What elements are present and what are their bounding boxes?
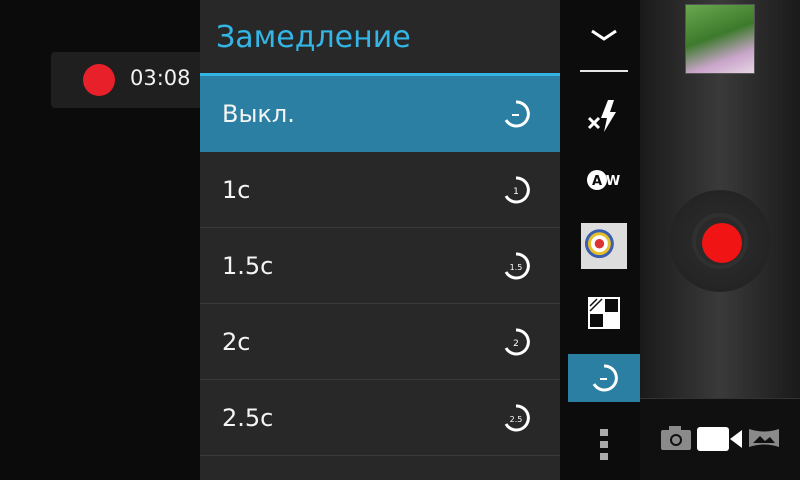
- record-icon: [702, 223, 742, 263]
- more-options-icon: [600, 429, 608, 460]
- svg-text:W: W: [606, 174, 620, 189]
- gallery-thumbnail[interactable]: [685, 4, 755, 74]
- timer-1-5s-icon: 1.5: [504, 252, 530, 280]
- white-balance-button[interactable]: A W: [568, 160, 640, 200]
- menu-item-label: 1.5с: [222, 251, 274, 280]
- flash-button[interactable]: [568, 92, 640, 140]
- more-options-button[interactable]: [568, 424, 640, 464]
- recording-dot-icon: [83, 64, 115, 96]
- timer-2-5s-icon: 2.5: [504, 404, 530, 432]
- menu-item-label: Выкл.: [222, 99, 295, 128]
- svg-text:2.5: 2.5: [510, 415, 523, 424]
- time-lapse-button[interactable]: [568, 354, 640, 402]
- menu-item-2s[interactable]: 2с 2: [200, 304, 560, 380]
- svg-text:1: 1: [513, 187, 519, 197]
- shutter-button-outer: [669, 190, 771, 292]
- camera-mode-icon[interactable]: [660, 425, 692, 451]
- panorama-mode-icon[interactable]: [748, 425, 780, 451]
- video-mode-icon[interactable]: [696, 425, 744, 453]
- timer-1s-icon: 1: [504, 176, 530, 204]
- menu-title: Замедление: [216, 20, 411, 55]
- scene-mode-button[interactable]: [568, 292, 640, 334]
- flash-off-icon: [587, 100, 616, 132]
- svg-text:A: A: [592, 174, 602, 189]
- collapse-settings-button[interactable]: [568, 14, 640, 56]
- scene-mode-icon: [588, 297, 620, 329]
- menu-item-label: 2.5с: [222, 403, 274, 432]
- menu-item-1-5s[interactable]: 1.5с 1.5: [200, 228, 560, 304]
- menu-item-label: 2с: [222, 327, 251, 356]
- time-lapse-menu: Замедление Выкл. 1с 1 1.5с 1.5 2с 2 2.5с…: [200, 0, 560, 480]
- shutter-button[interactable]: [692, 213, 748, 269]
- toolbar-divider: [580, 70, 628, 72]
- timer-2s-icon: 2: [504, 328, 530, 356]
- color-effect-thumbnail-icon: [581, 223, 627, 269]
- menu-item-off[interactable]: Выкл.: [200, 76, 560, 152]
- white-balance-auto-icon: A W: [587, 170, 620, 190]
- menu-item-1s[interactable]: 1с 1: [200, 152, 560, 228]
- mode-switcher: [640, 398, 800, 480]
- recording-time: 03:08: [130, 66, 191, 90]
- svg-text:2: 2: [513, 339, 519, 349]
- timer-off-icon: [504, 100, 530, 128]
- recording-indicator: 03:08: [51, 52, 211, 108]
- menu-item-label: 1с: [222, 175, 251, 204]
- shutter-panel: [640, 0, 800, 398]
- time-lapse-icon: [592, 364, 618, 392]
- color-effect-button[interactable]: [568, 222, 640, 270]
- menu-item-2-5s[interactable]: 2.5с 2.5: [200, 380, 560, 456]
- camera-settings-toolbar: A W: [568, 0, 640, 480]
- menu-list: Выкл. 1с 1 1.5с 1.5 2с 2 2.5с 2.5: [200, 76, 560, 456]
- chevron-down-icon: [591, 29, 617, 41]
- svg-text:1.5: 1.5: [510, 263, 523, 272]
